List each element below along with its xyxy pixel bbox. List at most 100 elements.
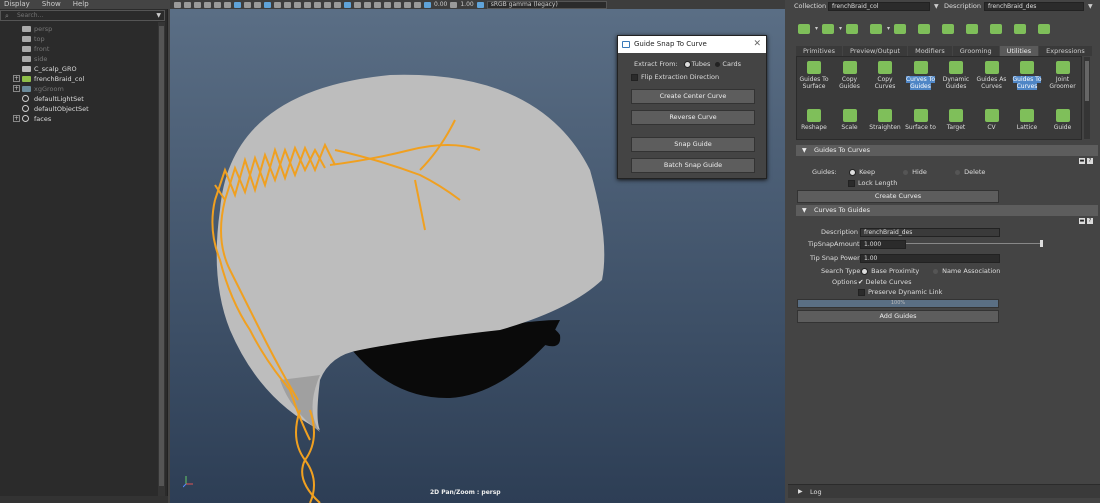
bend-icon[interactable] <box>988 22 1004 36</box>
film-gate-icon[interactable] <box>224 1 231 8</box>
outliner-item[interactable]: persp <box>0 24 160 34</box>
radio-cards[interactable] <box>715 61 721 67</box>
camera-attributes-icon[interactable] <box>184 1 191 8</box>
collection-dropdown[interactable]: frenchBraid_col <box>828 2 930 11</box>
tip-snap-power-field[interactable]: 1.00 <box>860 254 1000 263</box>
help-icon[interactable]: ? <box>1087 218 1093 224</box>
motion-blur-icon[interactable] <box>364 1 371 8</box>
colorspace-dropdown[interactable]: sRGB gamma (legacy) <box>486 0 607 9</box>
shelf-button[interactable]: Guides To Surface <box>798 59 830 97</box>
tab-preview-output[interactable]: Preview/Output <box>843 46 908 56</box>
flat-shade-icon[interactable] <box>314 1 321 8</box>
exposure-value[interactable]: 0.00 <box>434 1 447 8</box>
add-guide-icon[interactable] <box>844 22 860 36</box>
rebuild-icon[interactable] <box>940 22 956 36</box>
add-point-icon[interactable] <box>892 22 908 36</box>
close-icon[interactable]: ✕ <box>753 36 761 53</box>
outliner-item[interactable]: front <box>0 44 160 54</box>
shelf-button[interactable]: Guides As Curves <box>976 59 1008 97</box>
safe-action-icon[interactable] <box>264 1 271 8</box>
gate-mask-icon[interactable] <box>244 1 251 8</box>
shelf-button[interactable]: Straighten <box>869 107 901 145</box>
resolution-gate-icon[interactable] <box>234 1 241 8</box>
chevron-down-icon[interactable]: ▼ <box>156 12 161 20</box>
shelf-button[interactable]: Reshape <box>798 107 830 145</box>
grid-icon[interactable] <box>214 1 221 8</box>
outliner-item[interactable]: defaultLightSet <box>0 94 160 104</box>
add-guides-button[interactable]: Add Guides <box>797 310 999 323</box>
radio-base-proximity[interactable] <box>862 268 867 274</box>
tab-utilities[interactable]: Utilities <box>999 46 1039 56</box>
menu-help[interactable]: Help <box>73 0 89 9</box>
hud-icon[interactable] <box>414 1 421 8</box>
curves-to-guides-header[interactable]: ▼ Curves To Guides <box>796 205 1098 216</box>
section-collapse-icon[interactable]: ▬ <box>1079 158 1085 164</box>
create-description-icon[interactable]: ▾ <box>796 22 818 36</box>
outliner-item[interactable]: + faces <box>0 114 160 124</box>
radio-tubes[interactable] <box>684 61 690 67</box>
shelf-button[interactable]: Surface to <box>905 107 937 145</box>
search-input[interactable] <box>17 11 152 20</box>
shelf-button[interactable]: Copy Curves <box>869 59 901 97</box>
outliner-item[interactable]: defaultObjectSet <box>0 104 160 114</box>
gamma-icon[interactable] <box>450 1 458 8</box>
field-chart-icon[interactable] <box>254 1 261 8</box>
sculpt-guide-icon[interactable]: ▾ <box>868 22 890 36</box>
shelf-button[interactable]: Lattice <box>1011 107 1043 145</box>
reverse-curve-button[interactable]: Reverse Curve <box>631 110 755 125</box>
bookmark-icon[interactable] <box>194 1 201 8</box>
smooth-shade-icon[interactable] <box>294 1 301 8</box>
chevron-down-icon[interactable]: ▼ <box>934 3 939 10</box>
shelf-button[interactable]: CV <box>976 107 1008 145</box>
description-dropdown[interactable]: frenchBraid_des <box>984 2 1084 11</box>
log-section[interactable]: ▶ Log <box>788 484 1100 498</box>
radio-delete[interactable] <box>955 169 960 175</box>
chevron-down-icon[interactable]: ▼ <box>1088 3 1093 10</box>
tip-snap-amount-slider[interactable] <box>906 243 1042 244</box>
expand-toggle-icon[interactable]: + <box>13 85 20 92</box>
expand-toggle-icon[interactable]: + <box>13 115 20 122</box>
shelf-button[interactable]: Scale <box>834 107 866 145</box>
radio-name-association[interactable] <box>933 268 938 274</box>
radio-keep[interactable] <box>850 169 855 175</box>
batch-snap-guide-button[interactable]: Batch Snap Guide <box>631 158 755 173</box>
menu-show[interactable]: Show <box>42 0 61 9</box>
lights-icon[interactable] <box>334 1 341 8</box>
snap-guide-button[interactable]: Snap Guide <box>631 137 755 152</box>
anti-alias-icon[interactable] <box>374 1 381 8</box>
shelf-button[interactable]: Guide <box>1047 107 1079 145</box>
select-camera-icon[interactable] <box>174 1 181 8</box>
xray-joints-icon[interactable] <box>394 1 401 8</box>
wireframe-icon[interactable] <box>284 1 291 8</box>
shadows-icon[interactable] <box>344 1 351 8</box>
flip-icon[interactable] <box>1012 22 1028 36</box>
view-transform-icon[interactable] <box>476 1 484 8</box>
ambient-occlusion-icon[interactable] <box>354 1 361 8</box>
guides-to-curves-header[interactable]: ▼ Guides To Curves <box>796 145 1098 156</box>
radio-hide[interactable] <box>903 169 908 175</box>
outliner-item[interactable]: + xgGroom <box>0 84 160 94</box>
lock-length-checkbox[interactable] <box>848 179 855 187</box>
expand-toggle-icon[interactable]: + <box>13 75 20 82</box>
outliner-item[interactable]: top <box>0 34 160 44</box>
shelf-button[interactable]: Copy Guides <box>834 59 866 97</box>
outliner-item[interactable]: side <box>0 54 160 64</box>
create-curves-button[interactable]: Create Curves <box>797 190 999 203</box>
menu-display[interactable]: Display <box>4 0 30 9</box>
color-management-icon[interactable] <box>424 1 431 8</box>
bounding-box-icon[interactable] <box>304 1 311 8</box>
tip-snap-amount-field[interactable]: 1.000 <box>860 240 906 249</box>
tab-expressions[interactable]: Expressions <box>1039 46 1092 56</box>
textured-icon[interactable] <box>324 1 331 8</box>
create-center-curve-button[interactable]: Create Center Curve <box>631 89 755 104</box>
isolate-select-icon[interactable] <box>404 1 411 8</box>
section-collapse-icon[interactable]: ▬ <box>1079 218 1085 224</box>
comb-icon[interactable] <box>1036 22 1052 36</box>
gamma-value[interactable]: 1.00 <box>460 1 473 8</box>
xray-icon[interactable] <box>384 1 391 8</box>
remove-point-icon[interactable] <box>916 22 932 36</box>
help-icon[interactable]: ? <box>1087 158 1093 164</box>
shelf-button[interactable]: Curves To Guides <box>905 59 937 97</box>
shelf-scrollbar[interactable] <box>1084 57 1090 139</box>
image-plane-icon[interactable] <box>204 1 211 8</box>
